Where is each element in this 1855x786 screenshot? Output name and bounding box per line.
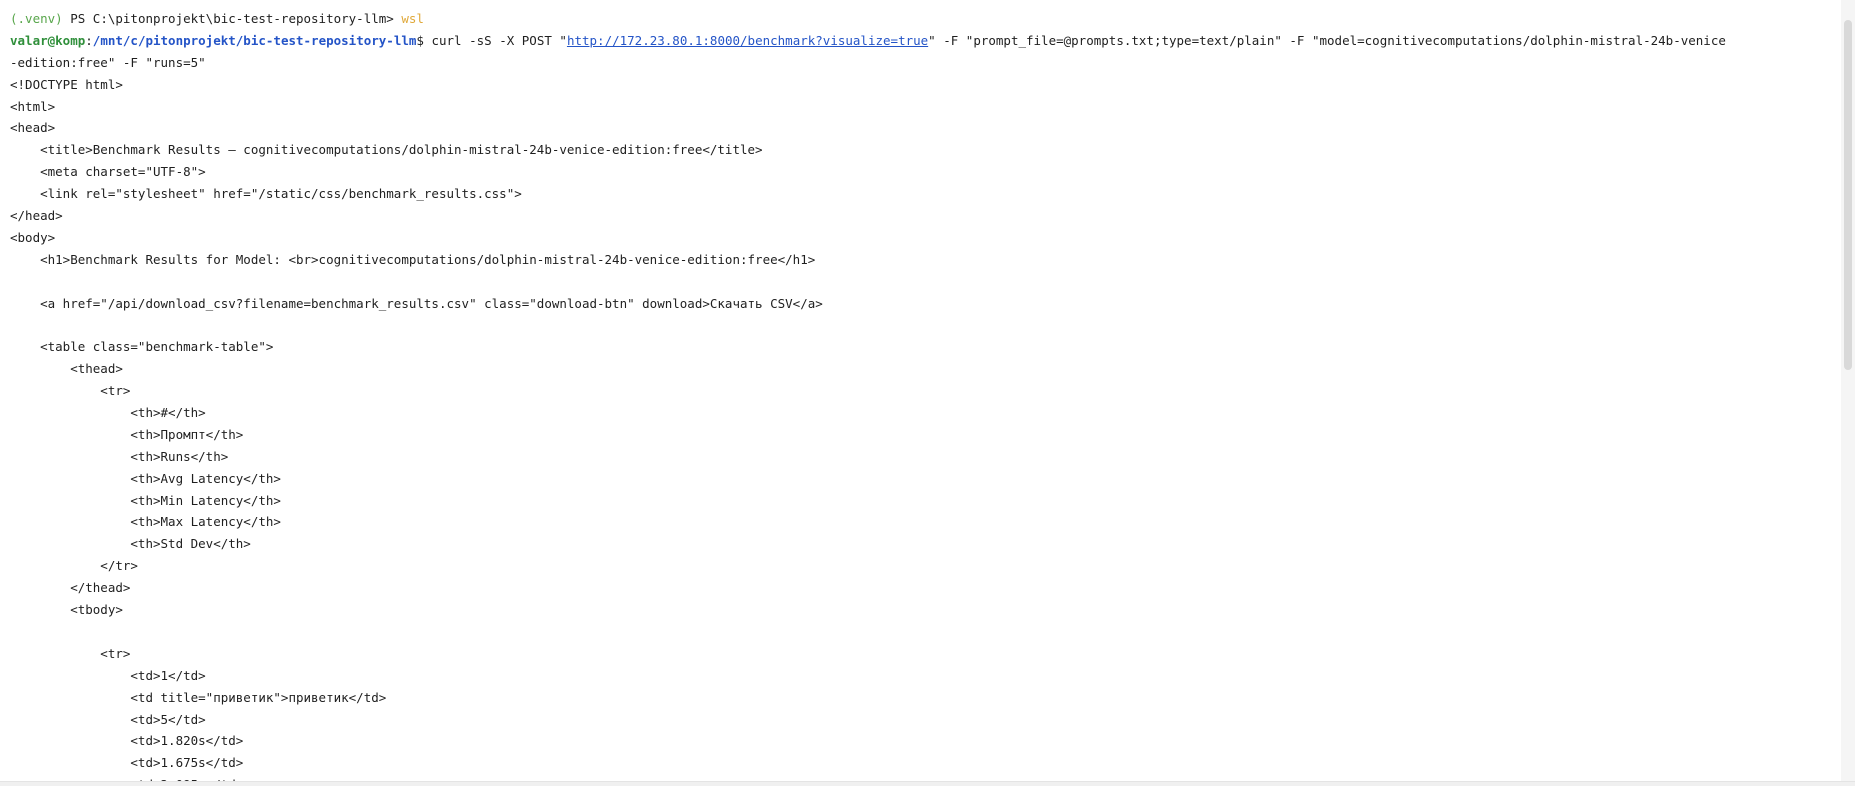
output-line: <thead> [10,361,123,377]
output-line: <a href="/api/download_csv?filename=benc… [10,295,823,311]
bash-colon: : [85,32,93,48]
output-line: <th>Runs</th> [10,448,229,464]
output-line: <head> [10,120,56,136]
output-line: <h1>Benchmark Results for Model: <br>cog… [10,251,816,267]
bash-cwd-path: /mnt/c/pitonprojekt/bic-test-repository-… [92,32,417,48]
output-line: </thead> [10,580,131,596]
terminal-window[interactable]: (.venv) PS C:\pitonprojekt\bic-test-repo… [0,0,1855,786]
bash-dollar: $ [416,32,432,48]
wsl-command: wsl [401,11,424,26]
scrollbar-thumb[interactable] [1844,20,1852,370]
output-line: <html> [10,98,56,114]
powershell-prompt: PS C:\pitonprojekt\bic-test-repository-l… [62,11,402,26]
vertical-scrollbar[interactable] [1841,0,1855,786]
output-line: <td>1.675s</td> [10,755,244,771]
output-line: <td>1.820s</td> [10,733,244,749]
output-line: <th>#</th> [10,405,206,421]
output-line: <th>Min Latency</th> [10,492,281,508]
bottom-edge [0,781,1855,786]
prompt-line-powershell: (.venv) PS C:\pitonprojekt\bic-test-repo… [10,8,1830,30]
output-line: <tr> [10,383,131,399]
output-line: <!DOCTYPE html> [10,76,123,92]
output-line: <th>Std Dev</th> [10,536,251,552]
output-line: <tr> [10,645,131,661]
output-line: <meta charset="UTF-8"> [10,164,206,180]
output-line: <body> [10,229,56,245]
curl-command-start: curl -sS -X POST " [431,32,567,48]
output-line: <tbody> [10,602,123,618]
output-line: <td>5</td> [10,711,206,727]
output-line: -edition:free" -F "runs=5" [10,54,206,70]
output-line: <td>1</td> [10,667,206,683]
bash-user-host: valar@komp [10,32,86,48]
output-line: <th>Avg Latency</th> [10,470,281,486]
curl-command-rest: " -F "prompt_file=@prompts.txt;type=text… [928,32,1726,48]
output-line: </head> [10,208,63,224]
output-line: </tr> [10,558,138,574]
benchmark-url-link[interactable]: http://172.23.80.1:8000/benchmark?visual… [567,33,928,48]
output-line: <th>Промпт</th> [10,426,244,442]
output-line: <td title="приветик">приветик</td> [10,689,387,705]
output-line: <link rel="stylesheet" href="/static/css… [10,186,522,202]
output-line: <th>Max Latency</th> [10,514,281,530]
output-line: <title>Benchmark Results — cognitivecomp… [10,142,763,158]
output-line: <table class="benchmark-table"> [10,339,274,355]
terminal-output[interactable]: (.venv) PS C:\pitonprojekt\bic-test-repo… [10,8,1830,786]
command-output-lines: -edition:free" -F "runs=5" <!DOCTYPE html… [10,52,1830,786]
prompt-line-bash: valar@komp:/mnt/c/pitonprojekt/bic-test-… [10,30,1830,52]
venv-indicator: (.venv) [10,11,63,26]
